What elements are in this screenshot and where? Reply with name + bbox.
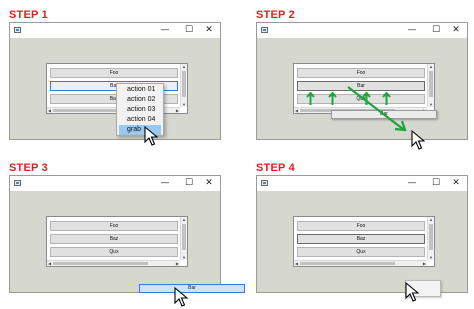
- list-item[interactable]: Qux: [50, 247, 178, 257]
- scroll-left-icon[interactable]: ◀: [48, 261, 51, 266]
- minimize-icon[interactable]: —: [156, 177, 174, 190]
- list-item[interactable]: Baz: [50, 234, 178, 244]
- step-3-window: — ☐ ✕ Foo Baz Qux ▲ ▼ ◀ ▶: [9, 175, 221, 293]
- up-arrow-icon: [306, 92, 315, 105]
- list-item[interactable]: Qux: [297, 247, 425, 257]
- menu-item-action-03[interactable]: action 03: [119, 105, 161, 115]
- step-4-window: — ☐ ✕ Foo Baz Qux ▲ ▼ ◀ ▶: [256, 175, 468, 293]
- maximize-icon[interactable]: ☐: [180, 24, 198, 37]
- item-listbox[interactable]: Foo Baz Qux ▲ ▼ ◀ ▶: [293, 216, 435, 267]
- minimize-icon[interactable]: —: [403, 24, 421, 37]
- menu-item-action-04[interactable]: action 04: [119, 115, 161, 125]
- app-icon: [14, 27, 21, 33]
- scroll-thumb[interactable]: [53, 262, 148, 265]
- scroll-down-icon[interactable]: ▼: [181, 255, 187, 260]
- vertical-scrollbar[interactable]: ▲ ▼: [180, 217, 187, 260]
- step-1-title: STEP 1: [9, 9, 48, 21]
- scroll-thumb[interactable]: [300, 262, 395, 265]
- vertical-scrollbar[interactable]: ▲ ▼: [427, 217, 434, 260]
- window-client-area: Foo Baz Qux ▲ ▼ ◀ ▶: [257, 191, 467, 292]
- scroll-right-icon[interactable]: ▶: [176, 261, 179, 266]
- horizontal-scrollbar[interactable]: ◀ ▶: [294, 260, 427, 266]
- list-item[interactable]: Baz: [297, 234, 425, 244]
- vertical-scrollbar[interactable]: ▲ ▼: [427, 64, 434, 107]
- cursor-icon: [144, 126, 158, 146]
- scroll-up-icon[interactable]: ▲: [428, 64, 434, 69]
- item-listbox[interactable]: Foo Baz Qux ▲ ▼ ◀ ▶: [46, 216, 188, 267]
- close-icon[interactable]: ✕: [447, 24, 465, 37]
- list-item[interactable]: Foo: [297, 68, 425, 78]
- scroll-left-icon[interactable]: ◀: [295, 108, 298, 113]
- window-client-area: Foo Baz Qux ▲ ▼ ◀ ▶: [10, 191, 220, 292]
- list-item[interactable]: Foo: [50, 221, 178, 231]
- close-icon[interactable]: ✕: [447, 177, 465, 190]
- app-icon: [261, 27, 268, 33]
- scroll-thumb[interactable]: [182, 71, 186, 97]
- menu-item-action-02[interactable]: action 02: [119, 95, 161, 105]
- scroll-thumb[interactable]: [429, 224, 433, 250]
- title-bar: — ☐ ✕: [257, 23, 467, 38]
- scroll-down-icon[interactable]: ▼: [428, 102, 434, 107]
- scroll-down-icon[interactable]: ▼: [181, 102, 187, 107]
- dragged-item[interactable]: Bar: [139, 284, 245, 293]
- step-4-title: STEP 4: [256, 162, 295, 174]
- list-item[interactable]: Foo: [50, 68, 178, 78]
- title-bar: — ☐ ✕: [10, 23, 220, 38]
- list-item[interactable]: Foo: [297, 221, 425, 231]
- app-icon: [261, 180, 268, 186]
- scroll-left-icon[interactable]: ◀: [48, 108, 51, 113]
- minimize-icon[interactable]: —: [403, 177, 421, 190]
- cursor-icon: [174, 287, 188, 307]
- minimize-icon[interactable]: —: [156, 24, 174, 37]
- maximize-icon[interactable]: ☐: [427, 24, 445, 37]
- title-bar: — ☐ ✕: [10, 176, 220, 191]
- close-icon[interactable]: ✕: [200, 177, 218, 190]
- up-arrow-icon: [328, 92, 337, 105]
- vertical-scrollbar[interactable]: ▲ ▼: [180, 64, 187, 107]
- scroll-up-icon[interactable]: ▲: [181, 217, 187, 222]
- scroll-right-icon[interactable]: ▶: [176, 108, 179, 113]
- menu-item-action-01[interactable]: action 01: [119, 85, 161, 95]
- scroll-thumb[interactable]: [182, 224, 186, 250]
- horizontal-scrollbar[interactable]: ◀ ▶: [47, 260, 180, 266]
- window-client-area: Foo Bar Baz ▲ ▼ ◀ ▶: [10, 38, 220, 139]
- step-1-window: — ☐ ✕ Foo Bar Baz ▲ ▼ ◀ ▶: [9, 22, 221, 140]
- app-icon: [14, 180, 21, 186]
- title-bar: — ☐ ✕: [257, 176, 467, 191]
- maximize-icon[interactable]: ☐: [427, 177, 445, 190]
- step-2-title: STEP 2: [256, 9, 295, 21]
- cursor-icon: [405, 282, 419, 302]
- scroll-up-icon[interactable]: ▲: [181, 64, 187, 69]
- scroll-left-icon[interactable]: ◀: [295, 261, 298, 266]
- scroll-thumb[interactable]: [429, 71, 433, 97]
- scroll-up-icon[interactable]: ▲: [428, 217, 434, 222]
- cursor-icon: [411, 130, 425, 150]
- scroll-right-icon[interactable]: ▶: [423, 261, 426, 266]
- step-3-title: STEP 3: [9, 162, 48, 174]
- close-icon[interactable]: ✕: [200, 24, 218, 37]
- maximize-icon[interactable]: ☐: [180, 177, 198, 190]
- diagonal-arrow-icon: [347, 86, 407, 132]
- scroll-down-icon[interactable]: ▼: [428, 255, 434, 260]
